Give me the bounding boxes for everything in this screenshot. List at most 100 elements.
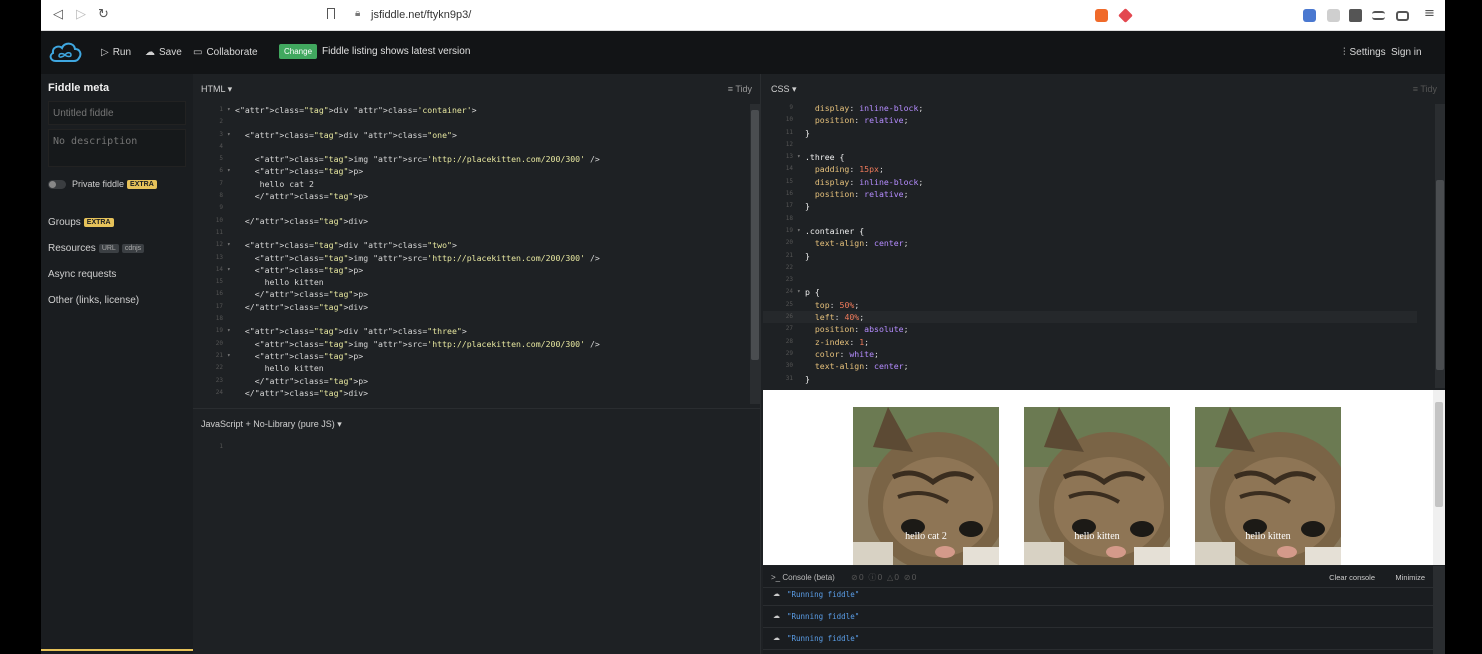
tidy-button[interactable]: ≡ Tidy — [728, 84, 752, 94]
code-line[interactable]: 18 — [193, 313, 748, 325]
code-line[interactable]: 13 <"attr">class="tag">img "attr">src='h… — [193, 252, 748, 264]
code-line[interactable]: 15 hello kitten — [193, 276, 748, 288]
extension-icon[interactable] — [1327, 9, 1340, 22]
code-line[interactable]: 29 color: white; — [763, 348, 1417, 360]
scroll-thumb[interactable] — [751, 110, 759, 360]
code-line[interactable]: 25 top: 50%; — [763, 299, 1417, 311]
clear-console-button[interactable]: Clear console — [1329, 573, 1375, 582]
run-button[interactable]: ▷ Run — [101, 47, 131, 58]
code-line[interactable]: 15 display: inline-block; — [763, 176, 1417, 188]
minimize-console-button[interactable]: Minimize — [1395, 573, 1425, 582]
code-line[interactable]: 19 ▾ <"attr">class="tag">div "attr">class… — [193, 325, 748, 337]
code-line[interactable]: 14 padding: 15px; — [763, 163, 1417, 175]
code-line[interactable]: 19 ▾ .container { — [763, 225, 1417, 237]
code-line[interactable]: 3 ▾ <"attr">class="tag">div "attr">class=… — [193, 129, 748, 141]
code-line[interactable]: 2 — [193, 116, 748, 128]
sidebar-item-async-requests[interactable]: Async requests — [48, 269, 116, 280]
fold-arrow-icon[interactable]: ▾ — [797, 151, 801, 163]
cdnjs-badge[interactable]: cdnjs — [121, 244, 145, 253]
sidebar-item-groups[interactable]: Groups EXTRA — [48, 217, 114, 228]
js-editor[interactable]: 1 — [193, 441, 748, 453]
code-line[interactable]: 9 display: inline-block; — [763, 102, 1417, 114]
fold-arrow-icon[interactable]: ▾ — [797, 225, 801, 237]
fold-arrow-icon[interactable]: ▾ — [227, 325, 231, 337]
fiddle-description-input[interactable] — [48, 129, 186, 167]
console-scrollbar[interactable] — [1433, 566, 1445, 654]
html-scrollbar[interactable] — [750, 104, 760, 404]
code-line[interactable]: 23 — [763, 274, 1417, 286]
code-line[interactable]: 11} — [763, 127, 1417, 139]
html-language-select[interactable]: HTML ▾ — [201, 84, 232, 95]
tidy-button[interactable]: ≡ Tidy — [1413, 84, 1437, 94]
code-line[interactable]: 20 <"attr">class="tag">img "attr">src='h… — [193, 338, 748, 350]
code-line[interactable]: 20 text-align: center; — [763, 237, 1417, 249]
reload-icon[interactable]: ↻ — [98, 7, 109, 22]
code-line[interactable]: 12 — [763, 139, 1417, 151]
css-editor[interactable]: 9 display: inline-block; 10 position: rel… — [763, 102, 1417, 385]
code-line[interactable]: 21 ▾ <"attr">class="tag">p> — [193, 350, 748, 362]
code-line[interactable]: 1 — [193, 441, 748, 453]
code-line[interactable]: 23 </"attr">class="tag">p> — [193, 375, 748, 387]
code-line[interactable]: 22 — [763, 262, 1417, 274]
fiddle-title-input[interactable] — [48, 101, 186, 125]
reading-list-icon[interactable] — [1372, 11, 1385, 20]
code-line[interactable]: 28 z-index: 1; — [763, 336, 1417, 348]
code-line[interactable]: 22 hello kitten — [193, 362, 748, 374]
code-line[interactable]: 31} — [763, 373, 1417, 385]
url-badge[interactable]: URL — [98, 244, 119, 253]
puzzle-icon[interactable] — [1349, 9, 1362, 22]
code-line[interactable]: 24 </"attr">class="tag">div> — [193, 387, 748, 399]
collaborate-button[interactable]: ▭ Collaborate — [193, 47, 258, 58]
scroll-thumb[interactable] — [1436, 180, 1444, 370]
fold-arrow-icon[interactable]: ▾ — [227, 264, 231, 276]
fold-arrow-icon[interactable]: ▾ — [797, 286, 801, 298]
code-line[interactable]: 11 — [193, 227, 748, 239]
translate-icon[interactable] — [1303, 9, 1316, 22]
code-line[interactable]: 16 position: relative; — [763, 188, 1417, 200]
address-bar[interactable]: 🔒︎ jsfiddle.net/ftykn9p3/ — [341, 5, 1101, 26]
code-line[interactable]: 13 ▾ .three { — [763, 151, 1417, 163]
brave-shield-icon[interactable] — [1095, 9, 1108, 22]
code-line[interactable]: 16 </"attr">class="tag">p> — [193, 288, 748, 300]
private-fiddle-toggle[interactable] — [48, 180, 66, 189]
fold-arrow-icon[interactable]: ▾ — [227, 104, 231, 116]
code-line[interactable]: 17 </"attr">class="tag">div> — [193, 301, 748, 313]
code-line[interactable]: 9 — [193, 202, 748, 214]
wallet-icon[interactable] — [1396, 11, 1409, 21]
fold-arrow-icon[interactable]: ▾ — [227, 129, 231, 141]
code-line[interactable]: 6 ▾ <"attr">class="tag">p> — [193, 165, 748, 177]
html-editor[interactable]: 1 ▾ <"attr">class="tag">div "attr">class='… — [193, 104, 748, 399]
forward-arrow-icon[interactable]: ▷ — [76, 7, 86, 22]
code-line[interactable]: 10 position: relative; — [763, 114, 1417, 126]
code-line[interactable]: 30 text-align: center; — [763, 360, 1417, 372]
code-line[interactable]: 5 <"attr">class="tag">img "attr">src='ht… — [193, 153, 748, 165]
brave-rewards-icon[interactable] — [1118, 8, 1133, 23]
code-line[interactable]: 4 — [193, 141, 748, 153]
code-line[interactable]: 18 — [763, 213, 1417, 225]
result-scrollbar[interactable] — [1433, 390, 1445, 565]
fold-arrow-icon[interactable]: ▾ — [227, 165, 231, 177]
css-language-select[interactable]: CSS ▾ — [771, 84, 797, 95]
js-language-select[interactable]: JavaScript + No-Library (pure JS) ▾ — [201, 419, 342, 430]
change-badge[interactable]: Change — [279, 44, 318, 59]
bookmark-icon[interactable] — [327, 8, 335, 19]
fold-arrow-icon[interactable]: ▾ — [227, 350, 231, 362]
code-line[interactable]: 27 position: absolute; — [763, 323, 1417, 335]
jsfiddle-logo-icon[interactable] — [47, 39, 83, 65]
code-line[interactable]: 14 ▾ <"attr">class="tag">p> — [193, 264, 748, 276]
sidebar-item-other[interactable]: Other (links, license) — [48, 295, 139, 306]
settings-button[interactable]: ⫶ Settings — [1343, 47, 1386, 58]
code-line[interactable]: 24 ▾ p { — [763, 286, 1417, 298]
code-line[interactable]: 10 </"attr">class="tag">div> — [193, 215, 748, 227]
code-line[interactable]: 7 hello cat 2 — [193, 178, 748, 190]
css-scrollbar[interactable] — [1435, 104, 1445, 388]
sign-in-button[interactable]: Sign in — [1391, 47, 1422, 58]
fold-arrow-icon[interactable]: ▾ — [227, 239, 231, 251]
sidebar-item-resources[interactable]: Resources URL cdnjs — [48, 243, 145, 254]
scroll-thumb[interactable] — [1435, 402, 1443, 507]
code-line[interactable]: 1 ▾ <"attr">class="tag">div "attr">class='… — [193, 104, 748, 116]
menu-icon[interactable]: ≡ — [1424, 6, 1435, 21]
code-line[interactable]: 17} — [763, 200, 1417, 212]
save-button[interactable]: ☁ Save — [145, 47, 182, 58]
code-line[interactable]: 21} — [763, 250, 1417, 262]
